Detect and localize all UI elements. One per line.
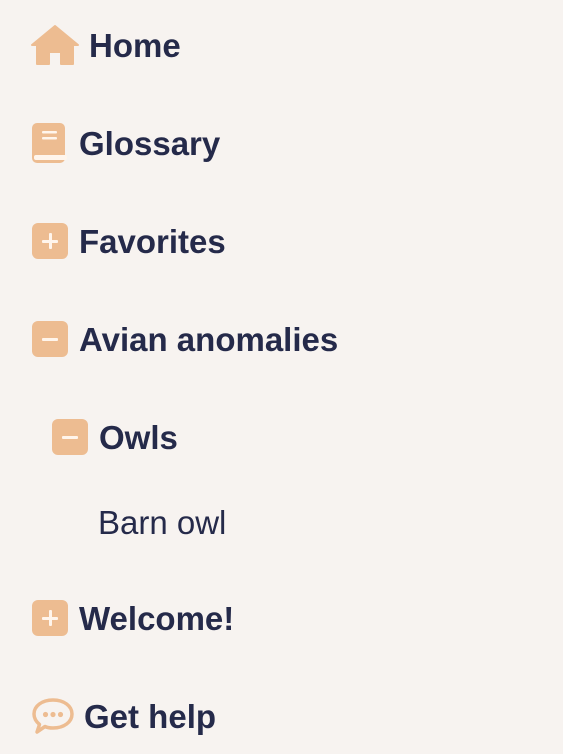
nav-item-label: Owls	[99, 418, 178, 456]
sidebar-nav: Home Glossary Favorites Avian anomalies	[0, 0, 563, 754]
nav-item-favorites[interactable]: Favorites	[32, 222, 226, 260]
nav-item-label: Welcome!	[79, 599, 235, 637]
expand-icon[interactable]	[32, 600, 68, 636]
nav-item-get-help[interactable]: Get help	[31, 696, 216, 736]
nav-item-welcome[interactable]: Welcome!	[32, 599, 234, 637]
nav-item-label: Get help	[84, 697, 217, 735]
nav-item-home[interactable]: Home	[31, 24, 181, 66]
nav-item-label: Home	[89, 26, 181, 64]
nav-item-avian-anomalies[interactable]: Avian anomalies	[32, 320, 338, 358]
home-icon	[31, 24, 79, 66]
nav-item-barn-owl[interactable]: Barn owl	[98, 503, 226, 541]
nav-item-label: Favorites	[79, 222, 226, 260]
chat-bubble-icon	[31, 696, 75, 736]
nav-item-owls[interactable]: Owls	[52, 418, 178, 456]
expand-icon[interactable]	[32, 223, 68, 259]
nav-item-label: Barn owl	[98, 503, 227, 541]
nav-item-label: Avian anomalies	[79, 320, 339, 358]
collapse-icon[interactable]	[32, 321, 68, 357]
nav-item-label: Glossary	[79, 124, 221, 162]
book-icon	[31, 122, 69, 164]
nav-item-glossary[interactable]: Glossary	[31, 122, 220, 164]
collapse-icon[interactable]	[52, 419, 88, 455]
